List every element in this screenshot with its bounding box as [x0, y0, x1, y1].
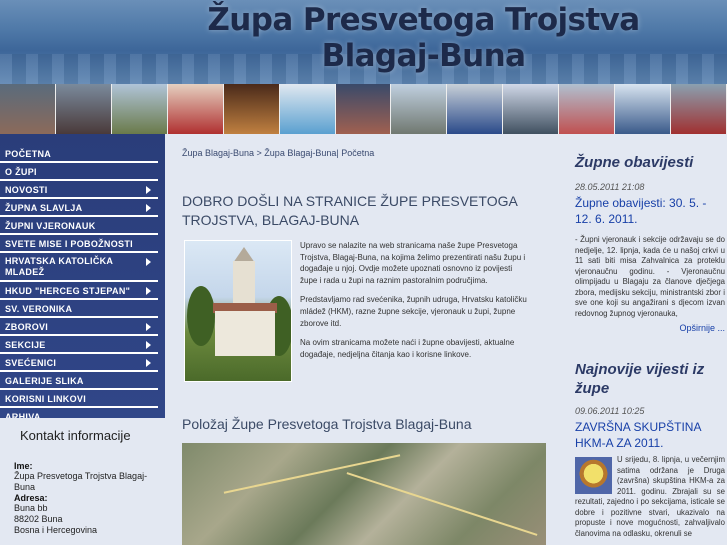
nav-item-label: O ŽUPI	[5, 167, 37, 177]
photo-thumbnail	[55, 84, 112, 134]
site-header: Župa Presvetoga Trojstva Blagaj-Buna	[0, 0, 727, 84]
right-column: Župne obavijesti 28.05.2011 21:08 Župne …	[560, 134, 727, 545]
nav-item-label: ŽUPNA SLAVLJA	[5, 203, 83, 213]
nav-item-hkm[interactable]: HRVATSKA KATOLIČKA MLADEŽ	[0, 254, 158, 282]
submenu-arrow-icon	[146, 204, 151, 212]
news-heading: Najnovije vijesti iz župe	[575, 361, 705, 397]
notice-item: 28.05.2011 21:08 Župne obavijesti: 30. 5…	[575, 182, 725, 333]
main-content: Župa Blagaj-Buna > Župa Blagaj-Buna| Poč…	[165, 134, 560, 545]
submenu-arrow-icon	[146, 287, 151, 295]
main-navigation: POČETNA O ŽUPI NOVOSTI ŽUPNA SLAVLJA ŽUP…	[0, 134, 165, 426]
submenu-arrow-icon	[146, 186, 151, 194]
news-thumbnail[interactable]	[575, 457, 612, 494]
photo-thumbnail	[111, 84, 168, 134]
map-road	[223, 454, 401, 494]
nav-item-label: ZBOROVI	[5, 322, 49, 332]
news-title-link[interactable]: ZAVRŠNA SKUPŠTINA HKM-A ZA 2011.	[575, 419, 725, 451]
contact-address-label: Adresa:	[14, 493, 48, 503]
photo-thumbnail	[0, 84, 56, 134]
nav-item-label: HRVATSKA KATOLIČKA MLADEŽ	[5, 256, 113, 277]
intro-paragraph: Upravo se nalazite na web stranicama naš…	[300, 241, 526, 285]
nav-item-svecenici[interactable]: SVEĆENICI	[0, 355, 158, 372]
nav-item-sv-veronika[interactable]: SV. VERONIKA	[0, 301, 158, 318]
contact-panel: Kontakt informacije Ime: Župa Presvetoga…	[0, 418, 165, 545]
nav-item-svete-mise[interactable]: SVETE MISE I POBOŽNOSTI	[0, 236, 158, 253]
welcome-title: DOBRO DOŠLI NA STRANICE ŽUPE PRESVETOGA …	[182, 193, 518, 228]
tree-shape	[187, 286, 215, 346]
submenu-arrow-icon	[146, 258, 151, 266]
contact-address-line: 88202 Buna	[14, 514, 63, 524]
nav-item-novosti[interactable]: NOVOSTI	[0, 182, 158, 199]
photo-thumbnail	[391, 84, 448, 134]
intro-text: Upravo se nalazite na web stranicama naš…	[300, 240, 531, 368]
nav-item-label: SEKCIJE	[5, 340, 46, 350]
contact-heading: Kontakt informacije	[20, 428, 131, 443]
notice-more-link[interactable]: Opširnije ...	[575, 323, 725, 333]
news-heading-wrap: Najnovije vijesti iz župe	[575, 360, 725, 398]
nav-item-hkud[interactable]: HKUD "HERCEG STJEPAN"	[0, 283, 158, 300]
notice-date: 28.05.2011 21:08	[575, 182, 645, 192]
nav-item-label: SVEĆENICI	[5, 358, 57, 368]
contact-name-value: Župa Presvetoga Trojstva Blagaj-Buna	[14, 471, 148, 492]
site-title-line1: Župa Presvetoga Trojstva	[207, 2, 640, 38]
photo-strip	[0, 84, 727, 134]
nav-item-korisni-linkovi[interactable]: KORISNI LINKOVI	[0, 391, 158, 408]
news-item: 09.06.2011 10:25 ZAVRŠNA SKUPŠTINA HKM-A…	[575, 406, 725, 539]
site-title[interactable]: Župa Presvetoga Trojstva Blagaj-Buna	[0, 2, 727, 74]
nav-item-sekcije[interactable]: SEKCIJE	[0, 337, 158, 354]
notices-heading-wrap: Župne obavijesti	[575, 154, 693, 171]
photo-thumbnail	[615, 84, 672, 134]
photo-thumbnail	[223, 84, 280, 134]
photo-thumbnail	[167, 84, 224, 134]
nav-item-label: NOVOSTI	[5, 185, 48, 195]
nav-item-label: SV. VERONIKA	[5, 304, 73, 314]
notice-body: - Župni vjeronauk i sekcije održavaju se…	[575, 235, 725, 318]
nav-item-label: SVETE MISE I POBOŽNOSTI	[5, 239, 133, 249]
news-date: 09.06.2011 10:25	[575, 406, 645, 416]
nav-item-zupna-slavlja[interactable]: ŽUPNA SLAVLJA	[0, 200, 158, 217]
intro-paragraph: Predstavljamo rad svećenika, župnih udru…	[300, 295, 527, 328]
submenu-arrow-icon	[146, 323, 151, 331]
photo-thumbnail	[335, 84, 392, 134]
nav-item-zupni-vjeronauk[interactable]: ŽUPNI VJERONAUK	[0, 218, 158, 235]
site-title-line2: Blagaj-Buna	[321, 38, 526, 74]
contact-name-label: Ime:	[14, 461, 33, 471]
nav-item-label: GALERIJE SLIKA	[5, 376, 84, 386]
submenu-arrow-icon	[146, 359, 151, 367]
intro-paragraph: Na ovim stranicama možete naći i župne o…	[300, 338, 515, 359]
nav-item-pocetna[interactable]: POČETNA	[0, 146, 158, 163]
nav-item-label: KORISNI LINKOVI	[5, 394, 87, 404]
church-nave	[215, 311, 275, 356]
nav-item-label: POČETNA	[5, 149, 52, 159]
nav-item-galerije[interactable]: GALERIJE SLIKA	[0, 373, 158, 390]
contact-address-line: Buna bb	[14, 503, 48, 513]
photo-thumbnail	[447, 84, 504, 134]
photo-thumbnail	[559, 84, 616, 134]
sidebar: POČETNA O ŽUPI NOVOSTI ŽUPNA SLAVLJA ŽUP…	[0, 134, 165, 545]
map-road	[346, 472, 538, 536]
nav-item-label: HKUD "HERCEG STJEPAN"	[5, 286, 131, 296]
nav-item-label: ŽUPNI VJERONAUK	[5, 221, 96, 231]
nav-item-zborovi[interactable]: ZBOROVI	[0, 319, 158, 336]
nav-item-o-zupi[interactable]: O ŽUPI	[0, 164, 158, 181]
map-title: Položaj Župe Presvetoga Trojstva Blagaj-…	[182, 416, 472, 432]
submenu-arrow-icon	[146, 341, 151, 349]
church-photo[interactable]	[184, 240, 292, 382]
breadcrumb[interactable]: Župa Blagaj-Buna > Župa Blagaj-Buna| Poč…	[182, 148, 374, 158]
photo-thumbnail	[671, 84, 727, 134]
contact-address-line: Bosna i Hercegovina	[14, 525, 98, 535]
photo-thumbnail	[279, 84, 336, 134]
photo-thumbnail	[503, 84, 560, 134]
notices-heading: Župne obavijesti	[575, 154, 694, 171]
notice-title-link[interactable]: Župne obavijesti: 30. 5. - 12. 6. 2011.	[575, 195, 725, 227]
location-map[interactable]	[182, 443, 546, 545]
